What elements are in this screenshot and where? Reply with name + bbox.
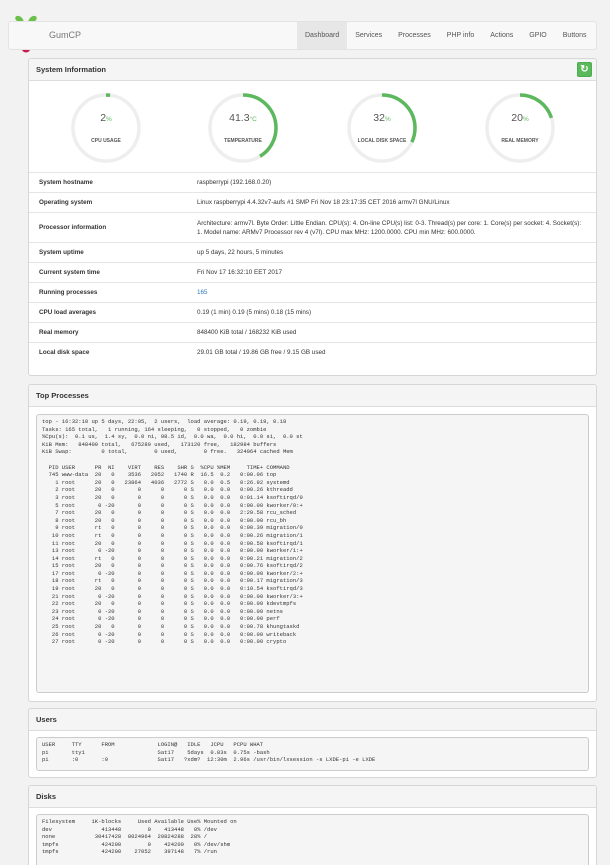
refresh-button[interactable]: ↻ (577, 62, 592, 77)
info-key: Processor information (39, 224, 107, 231)
panel-heading: System Information ↻ (29, 59, 596, 81)
info-value: Fri Nov 17 16:32:10 EET 2017 (197, 269, 282, 276)
info-key: System hostname (39, 179, 93, 186)
nav-processes[interactable]: Processes (390, 22, 439, 49)
top-navbar: GumCP Dashboard Services Processes PHP i… (8, 21, 597, 50)
gauge-real-memory: 20% REAL MEMORY (483, 91, 557, 165)
panel-title: Users (36, 715, 57, 724)
info-key: Operating system (39, 199, 93, 206)
info-key: CPU load averages (39, 309, 97, 316)
info-row-hostname: System hostname raspberrypi (192.168.0.20… (29, 172, 596, 192)
panel-title: Disks (36, 792, 57, 801)
info-key: Real memory (39, 329, 79, 336)
info-row-processes: Running processes 165 (29, 282, 596, 302)
info-key: Running processes (39, 289, 98, 296)
gauge-ring (347, 93, 417, 163)
info-row-uptime: System uptime up 5 days, 22 hours, 5 minu… (29, 242, 596, 262)
gauge-unit: °C (249, 116, 257, 123)
info-row-processor: Processor information Architecture: armv7… (29, 212, 596, 242)
nav-dashboard[interactable]: Dashboard (297, 22, 348, 49)
gauge-row: 2% CPU USAGE 41.3°C TEMPERATURE 32% LOCA… (29, 81, 596, 172)
top-output: top - 16:32:10 up 5 days, 22:05, 2 users… (36, 414, 589, 693)
info-key: Current system time (39, 269, 100, 276)
info-row-disk: Local disk space 29.01 GB total / 19.86 G… (29, 342, 596, 362)
refresh-icon: ↻ (580, 64, 589, 75)
gauge-local-disk-space: 32% LOCAL DISK SPACE (345, 91, 419, 165)
system-info-table: System hostname raspberrypi (192.168.0.20… (29, 172, 596, 362)
info-value: 848400 KiB total / 168232 KiB used (197, 329, 297, 336)
info-row-os: Operating system Linux raspberrypi 4.4.32… (29, 192, 596, 212)
gauge-value: 41.3 (229, 112, 250, 124)
disks-panel: Disks Filesystem 1K-blocks Used Availabl… (28, 785, 597, 865)
panel-heading: Users (29, 709, 596, 731)
nav-buttons[interactable]: Buttons (555, 22, 595, 49)
info-row-time: Current system time Fri Nov 17 16:32:10 E… (29, 262, 596, 282)
gauge-ring (485, 93, 555, 163)
info-key: Local disk space (39, 349, 90, 356)
top-processes-panel: Top Processes top - 16:32:10 up 5 days, … (28, 384, 597, 702)
info-row-load: CPU load averages 0.19 (1 min) 0.19 (5 mi… (29, 302, 596, 322)
panel-heading: Disks (29, 786, 596, 808)
info-value: 0.19 (1 min) 0.19 (5 mins) 0.18 (15 mins… (197, 309, 312, 316)
panel-title: System Information (36, 65, 107, 74)
gauge-unit: % (106, 116, 112, 123)
main-nav: Dashboard Services Processes PHP info Ac… (297, 22, 595, 49)
panel-title: Top Processes (36, 391, 89, 400)
info-value: Architecture: armv7l. Byte Order: Little… (197, 219, 582, 236)
nav-services[interactable]: Services (347, 22, 390, 49)
info-row-memory: Real memory 848400 KiB total / 168232 KiB… (29, 322, 596, 342)
gauge-ring (71, 93, 141, 163)
gauge-label: TEMPERATURE (224, 138, 262, 144)
info-value: raspberrypi (192.168.0.20) (197, 179, 272, 186)
gauge-label: REAL MEMORY (501, 138, 539, 144)
nav-php-info[interactable]: PHP info (439, 22, 483, 49)
info-value: up 5 days, 22 hours, 5 minutes (197, 249, 284, 256)
gauge-unit: % (522, 116, 529, 123)
nav-gpio[interactable]: GPIO (521, 22, 555, 49)
info-value: 29.01 GB total / 19.86 GB free / 9.15 GB… (197, 349, 326, 356)
gauge-ring (208, 93, 278, 163)
brand-name[interactable]: GumCP (49, 30, 81, 40)
users-output: USER TTY FROM LOGIN@ IDLE JCPU PCPU WHAT… (36, 737, 589, 771)
disks-output: Filesystem 1K-blocks Used Available Use%… (36, 814, 589, 865)
info-value: Linux raspberrypi 4.4.32v7-aufs #1 SMP F… (197, 199, 450, 206)
gauge-temperature: 41.3°C TEMPERATURE (206, 91, 280, 165)
gauge-unit: % (384, 116, 391, 123)
users-panel: Users USER TTY FROM LOGIN@ IDLE JCPU PCP… (28, 708, 597, 778)
panel-heading: Top Processes (29, 385, 596, 407)
system-information-panel: System Information ↻ 2% CPU USAGE 41.3°C… (28, 58, 597, 376)
gauge-cpu-usage: 2% CPU USAGE (69, 91, 143, 165)
gauge-label: LOCAL DISK SPACE (357, 138, 407, 144)
gauge-label: CPU USAGE (91, 138, 121, 144)
gauge-value: 32 (373, 112, 385, 124)
running-processes-link[interactable]: 165 (197, 288, 596, 297)
nav-actions[interactable]: Actions (482, 22, 521, 49)
info-key: System uptime (39, 249, 84, 256)
gauge-value: 20 (511, 112, 523, 124)
